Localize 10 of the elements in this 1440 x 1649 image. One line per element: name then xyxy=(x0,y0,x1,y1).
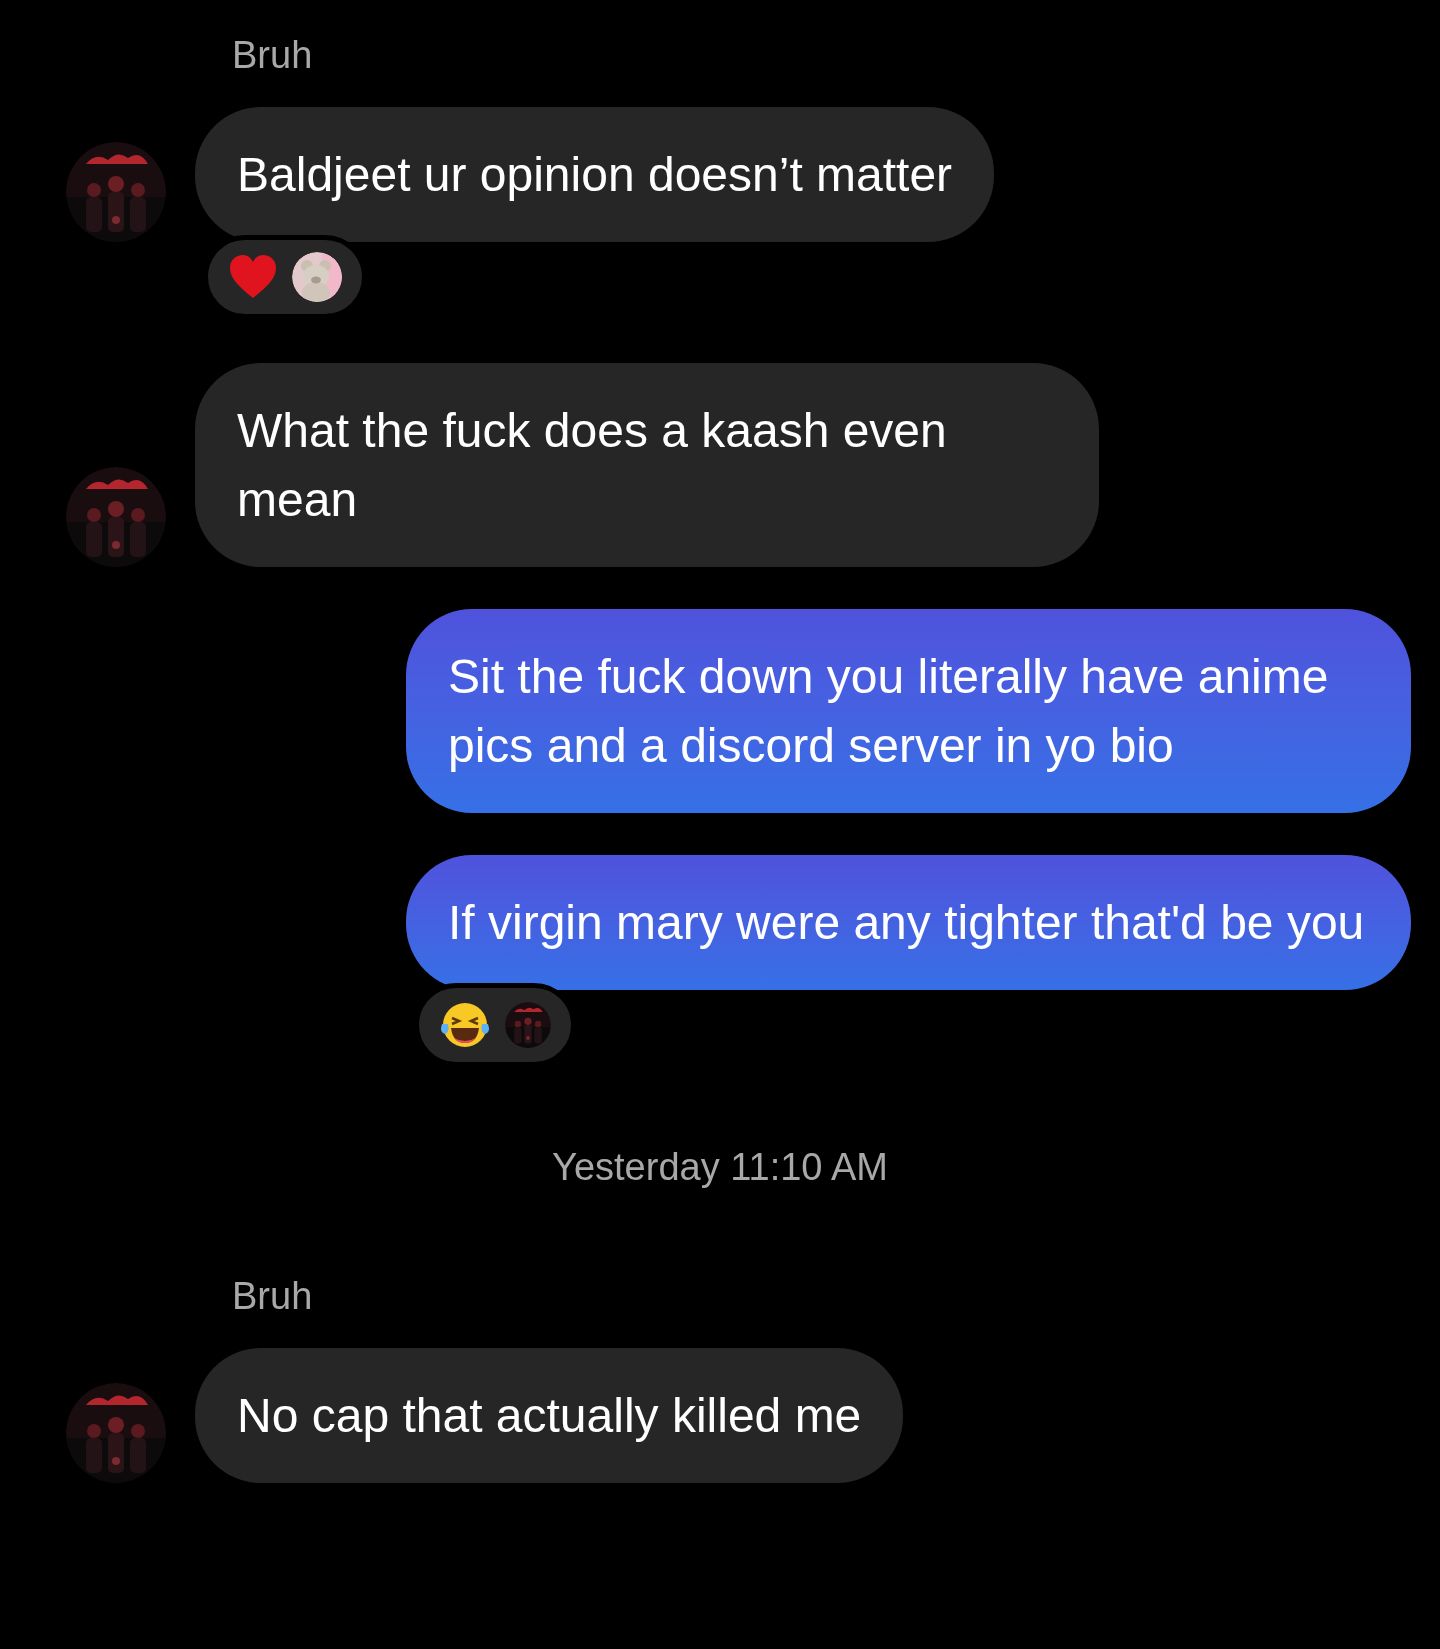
sender-name: Bruh xyxy=(232,34,313,76)
message-bubble: No cap that actually killed me xyxy=(195,1348,904,1483)
message-bubble: Baldjeet ur opinion doesn’t matter xyxy=(195,107,995,242)
heart-icon xyxy=(228,254,278,300)
laughing-emoji-icon xyxy=(439,1000,491,1050)
message-bubble: Sit the fuck down you literally have anime pics and a discord server in yo bio xyxy=(406,609,1411,813)
message-bubble: If virgin mary were any tighter that'd be you xyxy=(406,855,1411,990)
timestamp: Yesterday 11:10 AM xyxy=(552,1145,888,1190)
message-bubble: What the fuck does a kaash even mean xyxy=(195,363,1099,567)
sender-name: Bruh xyxy=(232,1275,313,1317)
